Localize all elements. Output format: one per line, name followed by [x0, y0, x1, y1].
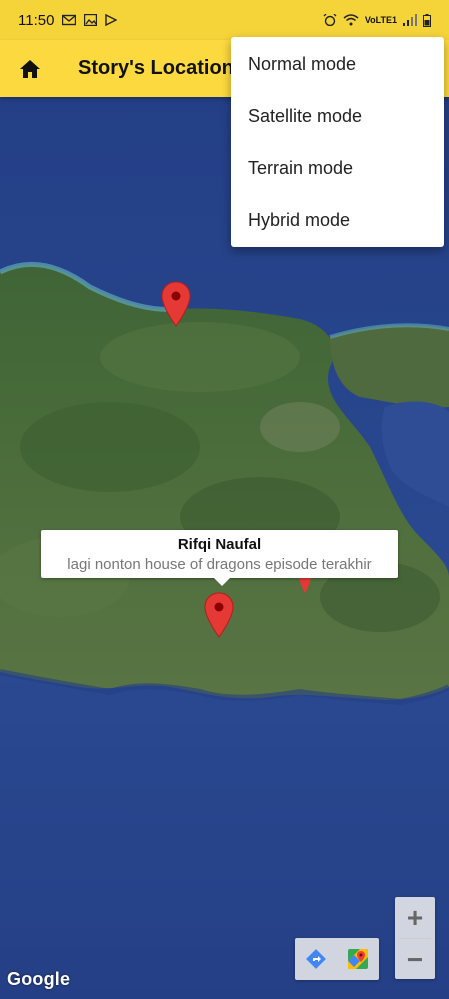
status-bar: 11:50 VoLTE1 — [0, 0, 449, 40]
mail-notification-icon — [62, 14, 77, 26]
map-marker-partial[interactable] — [295, 575, 315, 595]
alarm-icon — [323, 14, 337, 26]
marker-info-window[interactable]: Rifqi Naufal lagi nonton house of dragon… — [41, 530, 398, 586]
zoom-in-button[interactable]: + — [395, 897, 435, 938]
menu-item-normal-mode[interactable]: Normal mode — [231, 38, 444, 90]
menu-item-hybrid-mode[interactable]: Hybrid mode — [231, 194, 444, 246]
play-store-notification-icon — [105, 14, 118, 26]
network-label: VoLTE1 — [364, 15, 397, 25]
wifi-icon — [343, 14, 359, 26]
home-icon — [20, 59, 40, 78]
directions-icon — [306, 949, 326, 969]
google-attribution-logo: Google — [7, 969, 71, 989]
battery-icon — [423, 13, 431, 27]
page-title: Story's Location — [78, 57, 234, 79]
info-window-snippet: lagi nonton house of dragons episode ter… — [67, 556, 372, 573]
google-maps-icon — [348, 949, 368, 969]
zoom-out-button[interactable]: − — [395, 939, 435, 980]
open-in-maps-button[interactable] — [337, 938, 379, 980]
signal-icon — [403, 14, 417, 26]
map-type-menu: Normal mode Satellite mode Terrain mode … — [231, 37, 444, 247]
map-toolbar — [295, 938, 379, 980]
home-button[interactable] — [0, 40, 60, 97]
map-marker[interactable] — [161, 281, 191, 327]
menu-item-terrain-mode[interactable]: Terrain mode — [231, 142, 444, 194]
map-marker-selected[interactable] — [204, 592, 234, 638]
gallery-notification-icon — [84, 14, 98, 26]
menu-item-satellite-mode[interactable]: Satellite mode — [231, 90, 444, 142]
zoom-controls: + − — [395, 897, 435, 979]
status-time: 11:50 — [18, 11, 55, 29]
directions-button[interactable] — [295, 938, 337, 980]
info-window-title: Rifqi Naufal — [177, 536, 262, 553]
